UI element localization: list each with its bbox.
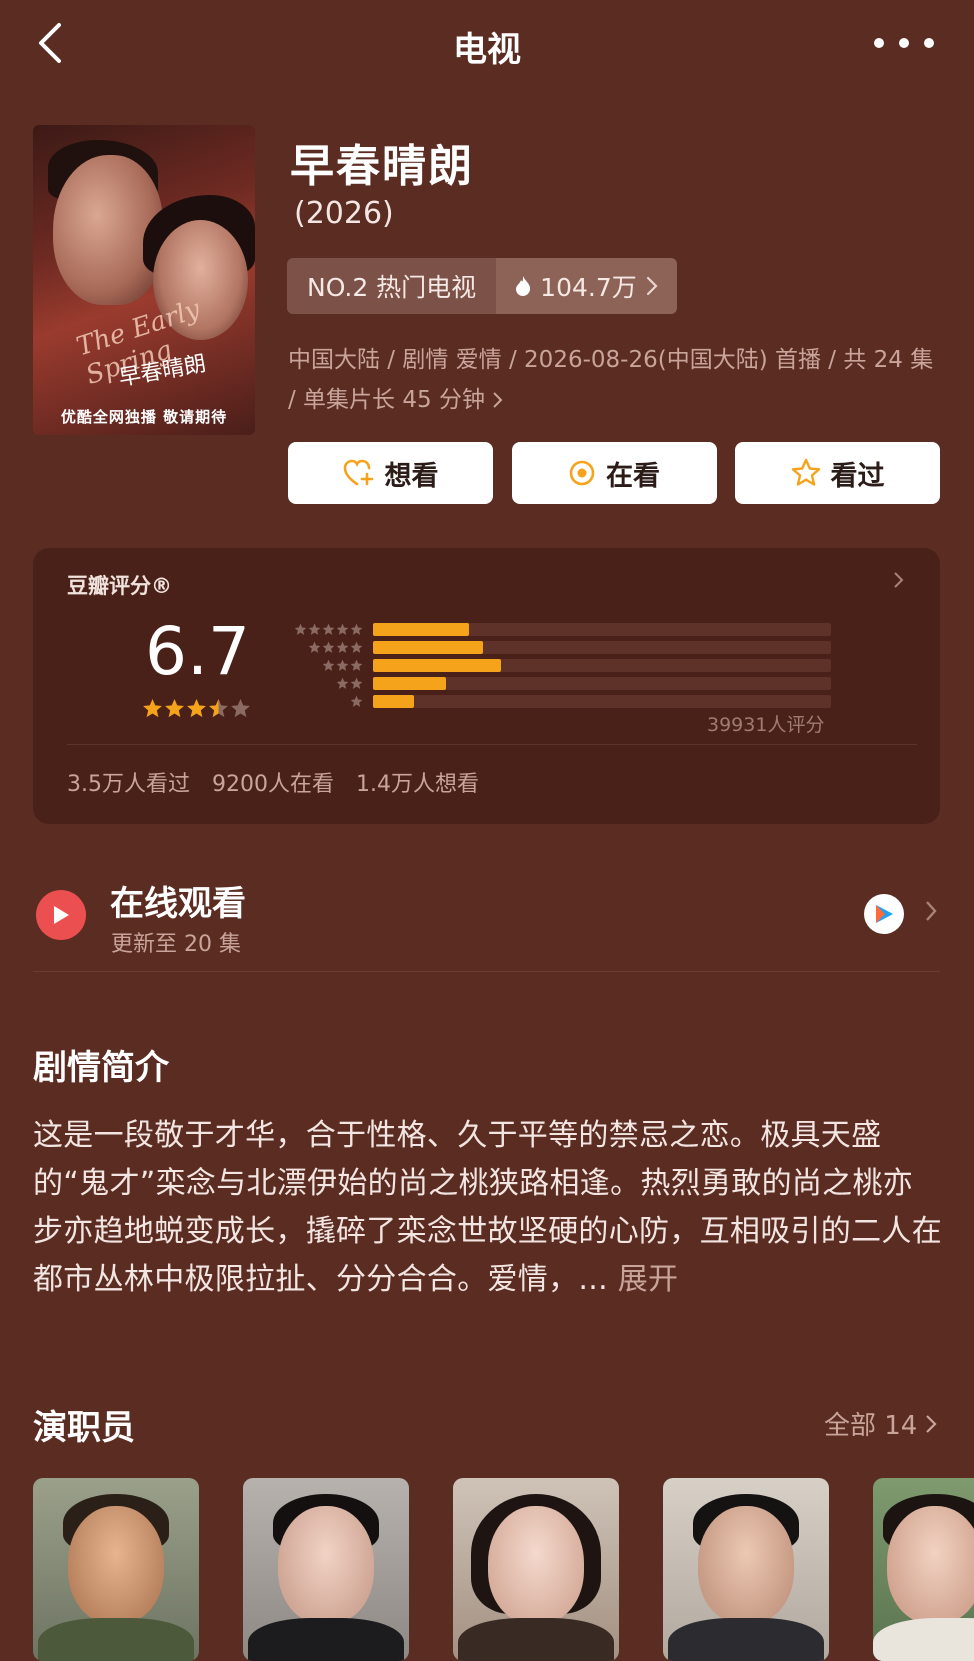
- rating-stats: 3.5万人看过 9200人在看 1.4万人想看: [67, 766, 479, 798]
- dist-stars: [283, 659, 363, 672]
- cast-photo[interactable]: [873, 1478, 974, 1661]
- cast-all-link[interactable]: 全部 14: [824, 1405, 937, 1442]
- heat-value: 104.7万: [540, 273, 637, 302]
- star-icon: [308, 623, 321, 635]
- online-subtitle: 更新至 20 集: [111, 932, 241, 957]
- watching-label: 在看: [606, 460, 660, 492]
- star-icon: [294, 623, 307, 635]
- dist-bar: [373, 658, 501, 672]
- rating-distribution: [283, 620, 831, 710]
- stat-watching: 9200人在看: [212, 772, 334, 797]
- flame-icon: [516, 276, 531, 296]
- star-icon: [336, 623, 349, 635]
- dist-row: [283, 638, 831, 656]
- cast-photo[interactable]: [33, 1478, 199, 1661]
- star-icon: [209, 699, 228, 718]
- star-icon: [350, 677, 363, 689]
- cast-title: 演职员: [33, 1408, 135, 1448]
- chevron-right-icon: [493, 392, 503, 408]
- online-arrow[interactable]: [924, 898, 938, 928]
- meta-text: 中国大陆 / 剧情 爱情 / 2026-08-26(中国大陆) 首播 / 共 2…: [288, 347, 934, 413]
- poster-banner: 优酷全网独播 敬请期待: [60, 408, 228, 426]
- star-icon: [165, 699, 184, 718]
- star-icon: [322, 641, 335, 653]
- play-icon[interactable]: [36, 890, 86, 940]
- chevron-right-icon: [894, 572, 904, 588]
- cast-photo[interactable]: [243, 1478, 409, 1661]
- dist-row: [283, 692, 831, 710]
- want-label: 想看: [384, 460, 439, 492]
- star-icon: [322, 659, 335, 671]
- dist-bar: [373, 676, 446, 690]
- synopsis-body: 这是一段敬于才华，合于性格、久于平等的禁忌之恋。极具天盛的“鬼才”栾念与北漂伊始…: [33, 1118, 942, 1297]
- chevron-right-icon: [926, 1414, 937, 1433]
- rank-badge[interactable]: NO.2 热门电视 104.7万: [287, 258, 677, 314]
- divider: [67, 744, 917, 745]
- star-icon: [143, 699, 162, 718]
- chevron-right-icon: [646, 276, 658, 296]
- dist-stars: [283, 677, 363, 690]
- synopsis-title: 剧情简介: [33, 1048, 169, 1088]
- star-icon: [336, 641, 349, 653]
- dist-stars: [283, 623, 363, 636]
- rank-label: NO.2 热门电视: [287, 258, 497, 314]
- dist-track: [373, 622, 831, 636]
- star-icon: [350, 623, 363, 635]
- star-icon: [336, 677, 349, 689]
- stat-watched: 3.5万人看过: [67, 772, 190, 797]
- dist-stars: [283, 641, 363, 654]
- want-button[interactable]: 想看: [288, 442, 493, 504]
- watching-button[interactable]: 在看: [511, 442, 717, 504]
- dist-track: [373, 640, 831, 654]
- dist-row: [283, 656, 831, 674]
- watched-label: 看过: [830, 460, 885, 492]
- star-icon: [308, 641, 321, 653]
- star-icon: [336, 659, 349, 671]
- watching-circle-icon: [569, 460, 595, 486]
- cast-all-label: 全部 14: [824, 1411, 918, 1441]
- rating-label: 豆瓣评分®: [67, 574, 172, 598]
- heat-box: 104.7万: [496, 258, 677, 314]
- dist-row: [283, 674, 831, 692]
- rating-arrow[interactable]: [893, 570, 905, 594]
- dist-track: [373, 694, 831, 708]
- rating-count: 39931人评分: [707, 714, 825, 736]
- synopsis-text[interactable]: 这是一段敬于才华，合于性格、久于平等的禁忌之恋。极具天盛的“鬼才”栾念与北漂伊始…: [33, 1112, 943, 1304]
- show-title: 早春晴朗: [290, 141, 474, 192]
- star-icon: [322, 623, 335, 635]
- dist-stars: [283, 695, 363, 708]
- divider: [33, 971, 940, 972]
- dist-track: [373, 676, 831, 690]
- page-title: 电视: [453, 30, 521, 70]
- cast-list: [33, 1478, 974, 1661]
- star-icon: [350, 641, 363, 653]
- more-dots-icon: [874, 38, 884, 48]
- show-year: (2026): [294, 196, 394, 231]
- expand-link[interactable]: 展开: [608, 1262, 678, 1297]
- action-buttons: 想看 在看 看过: [288, 442, 940, 504]
- star-icon: [187, 699, 206, 718]
- more-button[interactable]: [874, 28, 934, 58]
- watched-button[interactable]: 看过: [735, 442, 940, 504]
- star-icon: [350, 695, 363, 707]
- show-meta[interactable]: 中国大陆 / 剧情 爱情 / 2026-08-26(中国大陆) 首播 / 共 2…: [288, 340, 938, 420]
- chevron-right-icon: [926, 901, 937, 921]
- dist-bar: [373, 622, 469, 636]
- heart-plus-icon: [343, 459, 373, 486]
- youku-icon[interactable]: [864, 894, 904, 934]
- dist-row: [283, 620, 831, 638]
- rating-stars: [142, 698, 251, 719]
- poster-image[interactable]: The Early Spring 早春晴朗 优酷全网独播 敬请期待: [33, 125, 255, 435]
- dist-bar: [373, 694, 414, 708]
- dist-bar: [373, 640, 483, 654]
- star-icon: [231, 699, 250, 718]
- stat-want: 1.4万人想看: [356, 772, 479, 797]
- rating-score: 6.7: [145, 613, 250, 690]
- dist-track: [373, 658, 831, 672]
- star-outline-icon: [791, 458, 820, 486]
- cast-photo[interactable]: [663, 1478, 829, 1661]
- star-icon: [350, 659, 363, 671]
- online-title[interactable]: 在线观看: [110, 876, 246, 925]
- cast-photo[interactable]: [453, 1478, 619, 1661]
